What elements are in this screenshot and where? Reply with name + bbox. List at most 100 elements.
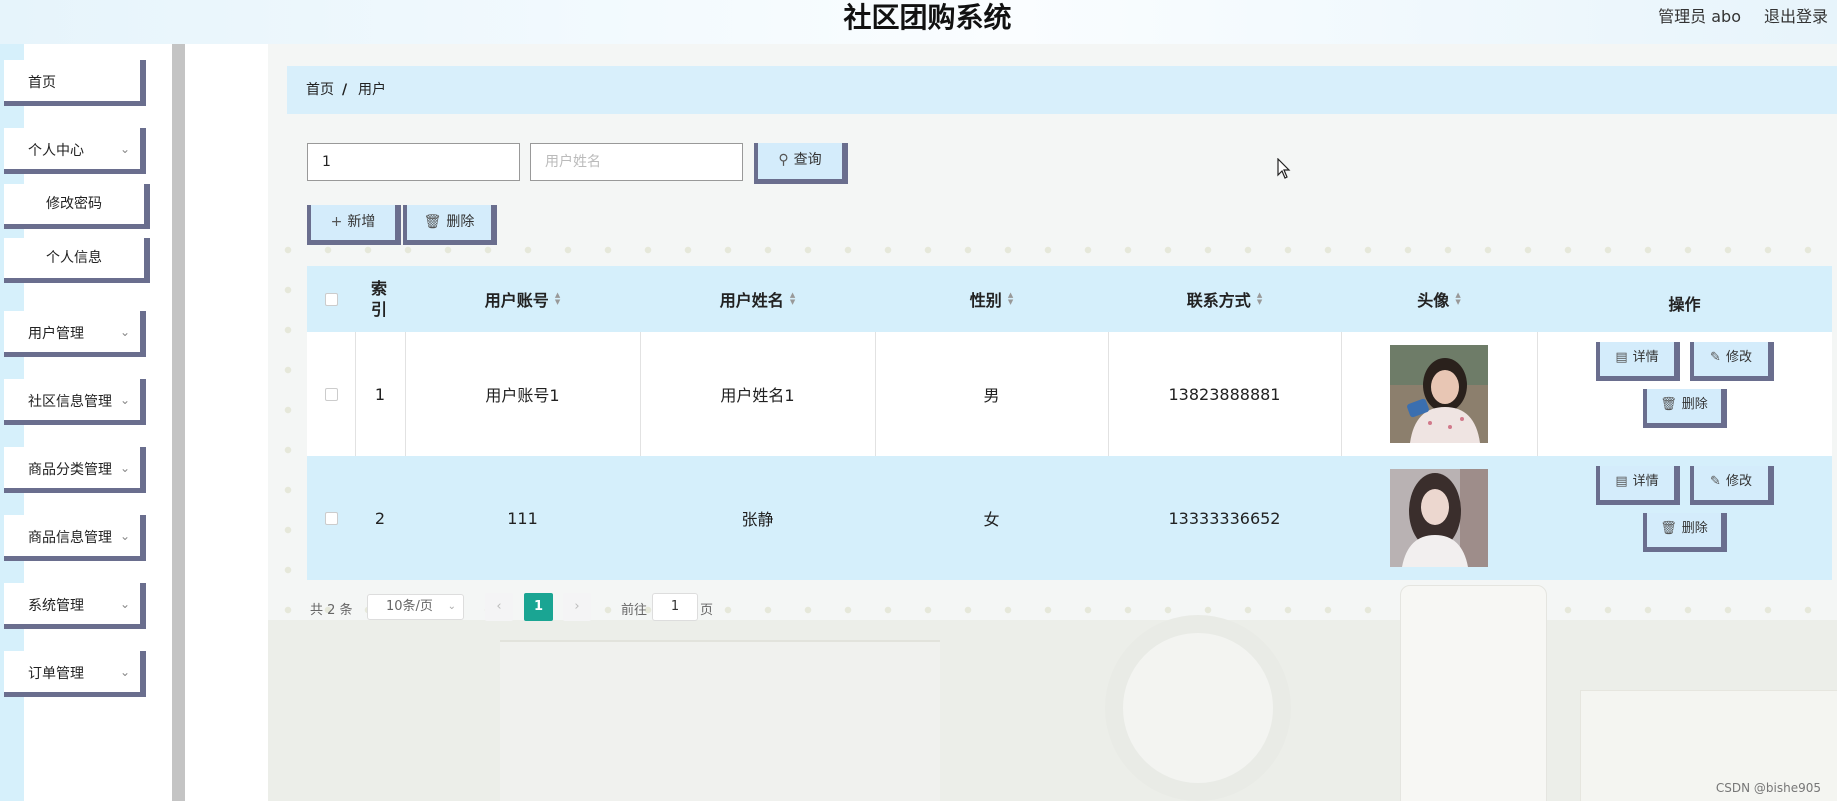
cell-phone: 13333336652 (1168, 508, 1281, 528)
sidebar-item-label: 订单管理 (28, 666, 84, 682)
mouse-cursor-icon (1277, 158, 1291, 179)
column-header-name[interactable]: 用户姓名 ▲ ▼ (640, 266, 875, 332)
plus-icon: + (330, 214, 343, 230)
detail-label: 详情 (1632, 350, 1659, 365)
sidebar-subitem-change-password[interactable]: 修改密码 (4, 184, 150, 229)
sidebar-subitem-personal-info[interactable]: 个人信息 (4, 238, 150, 283)
cell-index: 1 (374, 384, 386, 404)
column-header-phone[interactable]: 联系方式 ▲ ▼ (1108, 266, 1341, 332)
row-checkbox[interactable] (324, 511, 338, 525)
breadcrumb-home[interactable]: 首页 (306, 80, 334, 100)
cell-gender: 男 (983, 386, 1000, 405)
column-header-label: 联系方式 (1186, 291, 1251, 310)
column-header-account[interactable]: 用户账号 ▲ ▼ (405, 266, 640, 332)
sort-icon[interactable]: ▲ ▼ (1008, 292, 1013, 306)
page-size-select[interactable]: 10条/页 ⌄ (367, 594, 464, 620)
current-user: 管理员 abo (1658, 7, 1741, 26)
name-search-input[interactable]: 用户姓名 (530, 143, 743, 181)
sidebar-item-label: 商品分类管理 (28, 462, 112, 478)
sidebar-item-user-management[interactable]: 用户管理 ⌄ (4, 311, 146, 357)
column-header-label: 性别 (969, 291, 1002, 310)
sort-icon[interactable]: ▲ ▼ (790, 292, 795, 306)
select-all-cell (307, 266, 355, 332)
delete-button[interactable]: 🗑 删除 (1643, 513, 1727, 552)
row-checkbox[interactable] (324, 387, 338, 401)
pagination-total: 共 2 条 (310, 603, 353, 618)
table-row: 1 用户账号1 用户姓名1 男 13823888881 ▤ 详情 ✎ 修改 🗑 删除 (307, 332, 1832, 456)
breadcrumb-separator: / (342, 82, 348, 98)
chevron-down-icon: ⌄ (119, 665, 130, 679)
sidebar-item-label: 社区信息管理 (28, 394, 112, 410)
delete-button[interactable]: 🗑 删除 (1643, 389, 1727, 428)
sort-icon[interactable]: ▲ ▼ (1257, 292, 1262, 306)
trash-icon: 🗑 (423, 214, 442, 230)
sidebar-item-order-management[interactable]: 订单管理 ⌄ (4, 651, 146, 697)
delete-label: 删除 (446, 214, 475, 230)
chevron-down-icon: ⌄ (119, 597, 130, 611)
column-header-avatar[interactable]: 头像 ▲ ▼ (1341, 266, 1537, 332)
sidebar-item-label: 首页 (28, 75, 56, 91)
detail-button[interactable]: ▤ 详情 (1596, 466, 1680, 505)
account-search-input[interactable]: 1 (307, 143, 520, 181)
chevron-left-icon: ‹ (496, 599, 502, 614)
column-header-label: 用户账号 (484, 291, 549, 310)
edit-button[interactable]: ✎ 修改 (1690, 466, 1774, 505)
cell-name: 用户姓名1 (720, 386, 795, 405)
goto-label: 前往 (621, 603, 648, 618)
batch-delete-button[interactable]: 🗑 删除 (403, 205, 497, 245)
sidebar-item-label: 个人中心 (28, 143, 84, 159)
sidebar-item-label: 用户管理 (28, 326, 84, 342)
cell-account: 用户账号1 (485, 386, 560, 405)
top-bar: 社区团购系统 管理员 abo 退出登录 (0, 0, 1837, 44)
edit-label: 修改 (1725, 350, 1752, 365)
trash-icon: 🗑 (1660, 397, 1677, 412)
page-unit-label: 页 (700, 603, 714, 618)
logout-link[interactable]: 退出登录 (1764, 6, 1828, 28)
search-icon: ⚲ (778, 152, 789, 168)
cell-phone: 13823888881 (1168, 384, 1281, 404)
add-button[interactable]: + 新增 (307, 205, 401, 245)
table-header: 索引 用户账号 ▲ ▼ 用户姓名 ▲ ▼ 性别 ▲ ▼ 联系方式 ▲ ▼ 头像 ▲ ▼ 操… (307, 266, 1832, 332)
goto-page-input[interactable]: 1 (652, 593, 698, 621)
sidebar-item-category-management[interactable]: 商品分类管理 ⌄ (4, 447, 146, 493)
add-label: 新增 (347, 214, 376, 230)
query-button[interactable]: ⚲ 查询 (754, 143, 848, 184)
sidebar-scrollbar[interactable] (172, 44, 185, 801)
cell-index: 2 (374, 508, 386, 528)
sort-icon[interactable]: ▲ ▼ (555, 292, 560, 306)
edit-button[interactable]: ✎ 修改 (1690, 342, 1774, 381)
chevron-down-icon: ⌄ (119, 142, 130, 156)
avatar[interactable] (1390, 345, 1488, 443)
table-row: 2 111 张静 女 13333336652 ▤ 详情 ✎ 修改 🗑 删除 (307, 456, 1832, 580)
sidebar-item-label: 商品信息管理 (28, 530, 112, 546)
cell-gender: 女 (983, 510, 1000, 529)
column-header-gender[interactable]: 性别 ▲ ▼ (875, 266, 1108, 332)
chevron-down-icon: ⌄ (119, 325, 130, 339)
column-header-label: 头像 (1417, 291, 1450, 310)
watermark: CSDN @bishe905 (1715, 781, 1821, 795)
detail-button[interactable]: ▤ 详情 (1596, 342, 1680, 381)
sidebar-item-system-management[interactable]: 系统管理 ⌄ (4, 583, 146, 629)
row-select-cell (307, 456, 355, 580)
query-label: 查询 (793, 152, 822, 168)
sidebar-item-home[interactable]: 首页 (4, 60, 146, 106)
sort-icon[interactable]: ▲ ▼ (1455, 292, 1460, 306)
edit-icon: ✎ (1710, 474, 1721, 489)
column-header-label: 用户姓名 (719, 291, 784, 310)
sidebar-item-product-management[interactable]: 商品信息管理 ⌄ (4, 515, 146, 561)
chevron-right-icon: › (574, 599, 580, 614)
chevron-down-icon: ⌄ (119, 393, 130, 407)
sidebar-item-community-info[interactable]: 社区信息管理 ⌄ (4, 379, 146, 425)
cell-name: 张静 (741, 510, 774, 529)
document-icon: ▤ (1615, 350, 1628, 365)
select-all-checkbox[interactable] (324, 292, 338, 306)
chevron-down-icon: ⌄ (119, 461, 130, 475)
prev-page-button[interactable]: ‹ (485, 593, 513, 621)
page-number-current[interactable]: 1 (524, 593, 553, 621)
cell-account: 111 (507, 508, 538, 528)
avatar[interactable] (1390, 469, 1488, 567)
next-page-button[interactable]: › (563, 593, 591, 621)
app-title: 社区团购系统 (843, 1, 1012, 34)
sidebar-item-personal-center[interactable]: 个人中心 ⌄ (4, 128, 146, 174)
sidebar-item-label: 系统管理 (28, 598, 84, 614)
